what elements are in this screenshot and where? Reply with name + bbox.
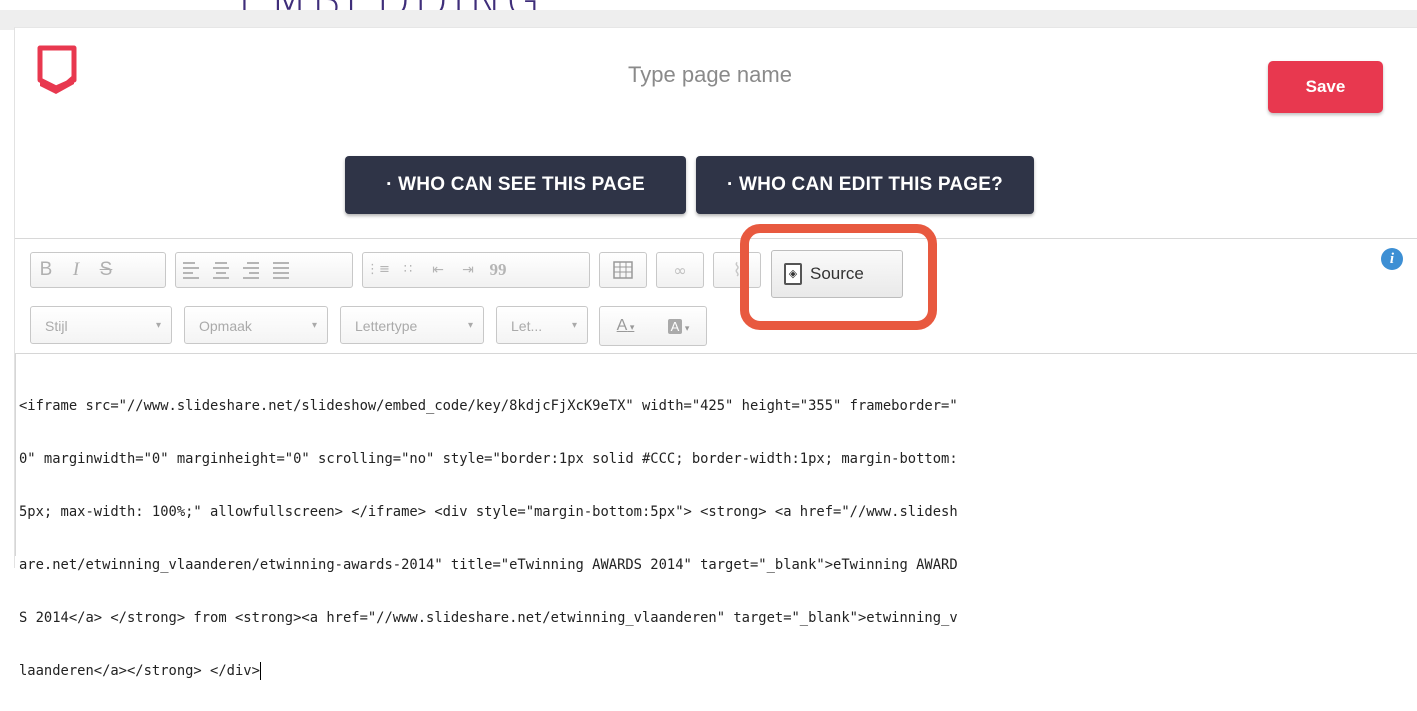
source-highlight-box [740,224,937,330]
code-line: laanderen</a></strong> </div> [19,658,1409,685]
info-icon[interactable]: i [1381,248,1403,270]
format-combo[interactable]: Opmaak ▾ [184,306,328,344]
text-color-label: A [616,317,628,334]
code-line: S 2014</a> </strong> from <strong><a hre… [19,609,958,626]
editor-left-border [15,353,16,556]
style-combo-label: Stijl [45,318,68,334]
code-line-text: laanderen</a></strong> </div> [19,662,260,679]
code-line: are.net/etwinning_vlaanderen/etwinning-a… [19,556,958,573]
who-can-see-button[interactable]: · WHO CAN SEE THIS PAGE [345,156,686,214]
font-combo-label: Lettertype [355,318,418,334]
size-combo[interactable]: Let... ▾ [496,306,588,344]
align-justify-icon[interactable] [273,261,289,279]
background-color-button[interactable]: A ▾ [667,318,689,334]
save-button[interactable]: Save [1268,61,1383,113]
basic-styles-group: B I S [30,252,166,288]
code-line: 5px; max-width: 100%;" allowfullscreen> … [19,503,958,520]
code-line: 0" marginwidth="0" marginheight="0" scro… [19,450,958,467]
table-group [599,252,647,288]
code-line: <iframe src="//www.slideshare.net/slides… [19,397,958,414]
chevron-down-icon: ▾ [467,320,473,331]
text-cursor [259,661,261,680]
bold-button[interactable]: B [31,253,61,287]
background-color-label: A [667,318,683,334]
who-can-edit-button[interactable]: · WHO CAN EDIT THIS PAGE? [696,156,1034,214]
chevron-down-icon: ▾ [311,320,317,331]
toolbar-divider [15,238,1417,239]
font-combo[interactable]: Lettertype ▾ [340,306,484,344]
link-group: ∞ [656,252,704,288]
align-right-icon[interactable] [243,261,259,279]
chevron-down-icon: ▾ [155,320,161,331]
source-editor[interactable]: <iframe src="//www.slideshare.net/slides… [19,366,1409,711]
align-left-icon[interactable] [183,261,199,279]
list-group: ⋮≡ ∷ ⇤ ⇥ 99 [362,252,590,288]
decrease-indent-icon[interactable]: ⇤ [423,253,453,287]
text-color-button[interactable]: A ▾ [617,317,635,335]
numbered-list-icon[interactable]: ⋮≡ [363,253,393,287]
italic-button[interactable]: I [61,253,91,287]
align-group [175,252,353,288]
editor-top-border [15,353,1417,354]
align-center-icon[interactable] [213,261,229,279]
chevron-down-icon: ▾ [571,320,577,331]
strikethrough-button[interactable]: S [91,253,121,287]
table-icon[interactable] [613,261,633,279]
increase-indent-icon[interactable]: ⇥ [453,253,483,287]
link-icon[interactable]: ∞ [673,261,686,280]
color-group: A ▾ A ▾ [599,306,707,346]
style-combo[interactable]: Stijl ▾ [30,306,172,344]
bulleted-list-icon[interactable]: ∷ [393,253,423,287]
blockquote-icon[interactable]: 99 [483,253,513,287]
format-combo-label: Opmaak [199,318,252,334]
page-name-field[interactable]: Type page name [560,62,860,88]
size-combo-label: Let... [511,318,543,334]
app-logo-icon [37,45,77,94]
